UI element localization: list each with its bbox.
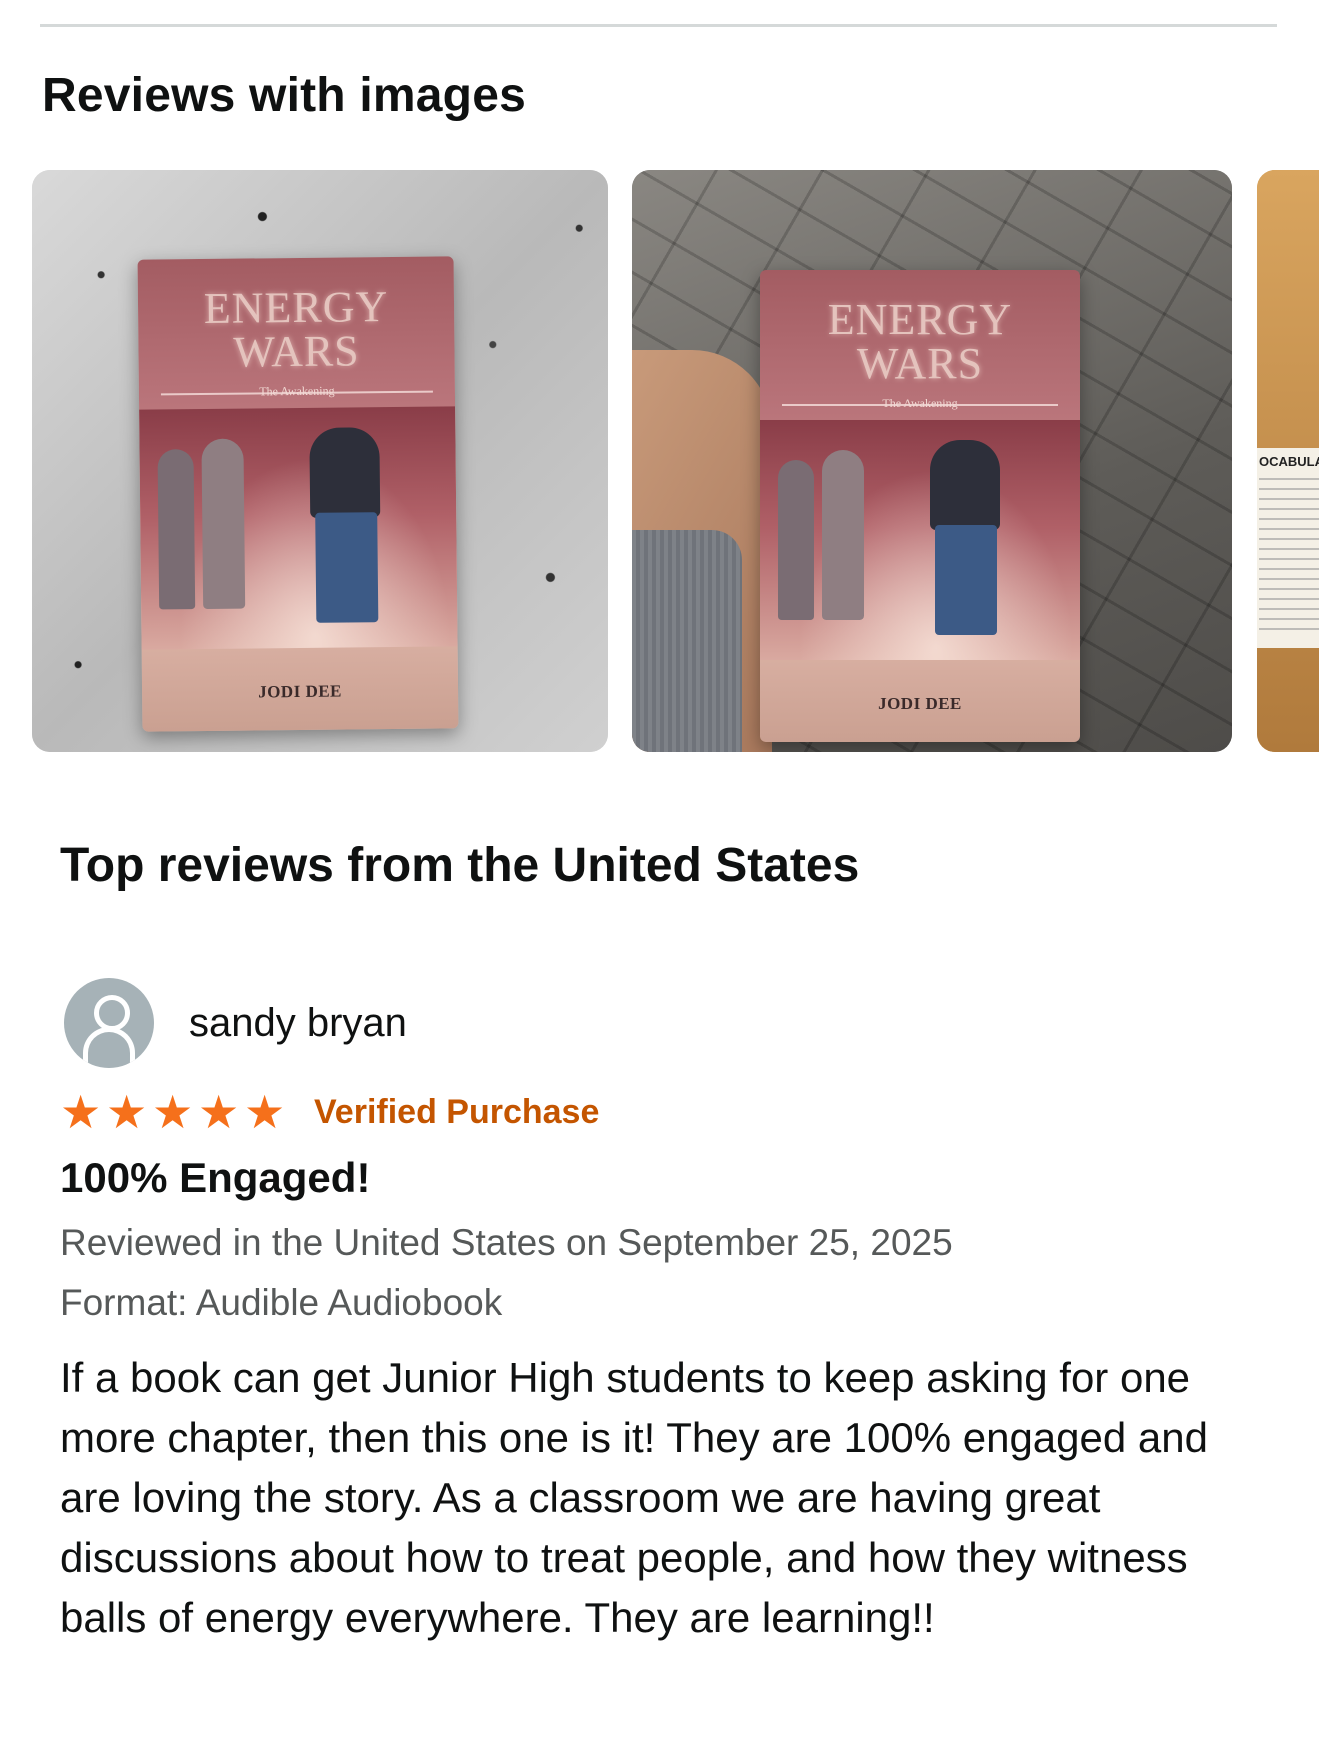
book-author: JODI DEE	[258, 681, 343, 702]
reviewer-name[interactable]: sandy bryan	[189, 1001, 407, 1046]
review-image-1[interactable]: ENERGY WARS The Awakening JODI DEE	[32, 170, 608, 752]
illustration-figure	[201, 438, 246, 609]
illustration-figure	[309, 427, 381, 518]
poster-text-lines	[1259, 478, 1319, 638]
review-images-carousel[interactable]: ENERGY WARS The Awakening JODI DEE ENERG…	[32, 170, 1319, 752]
book-cover: ENERGY WARS The Awakening JODI DEE	[137, 256, 459, 732]
illustration-figure	[930, 440, 1000, 530]
book-subtitle: The Awakening	[882, 396, 958, 410]
book-title: ENERGY WARS	[760, 298, 1080, 386]
star-rating[interactable]: ★ ★ ★ ★ ★	[60, 1085, 290, 1139]
reviews-with-images-title: Reviews with images	[42, 69, 526, 122]
star-icon: ★	[60, 1085, 102, 1139]
top-reviews-title: Top reviews from the United States	[60, 839, 860, 892]
section-divider	[40, 24, 1277, 27]
star-icon: ★	[244, 1085, 286, 1139]
book-author: JODI DEE	[878, 694, 962, 713]
star-icon: ★	[106, 1085, 148, 1139]
review-body: If a book can get Junior High students t…	[60, 1354, 1208, 1641]
book-title-line-1: ENERGY	[203, 282, 389, 333]
illustration-figure	[315, 512, 379, 623]
book-cover-illustration	[139, 406, 458, 650]
star-icon: ★	[152, 1085, 194, 1139]
vocabulary-poster: OCABULARY	[1257, 448, 1319, 648]
book-cover: ENERGY WARS The Awakening JODI DEE	[760, 270, 1080, 742]
book-subtitle: The Awakening	[259, 383, 335, 399]
reviewer-profile[interactable]: sandy bryan	[64, 978, 407, 1068]
sleeve	[632, 530, 742, 752]
vocabulary-label: OCABULARY	[1259, 454, 1319, 469]
user-icon	[94, 995, 130, 1031]
rating-row: ★ ★ ★ ★ ★ Verified Purchase	[60, 1085, 600, 1139]
illustration-figure	[778, 460, 814, 620]
avatar[interactable]	[64, 978, 154, 1068]
review-image-3[interactable]: OCABULARY	[1257, 170, 1319, 752]
book-title-line-2: WARS	[233, 326, 360, 377]
illustration-figure	[822, 450, 864, 620]
book-title: ENERGY WARS	[138, 282, 455, 377]
review-date: Reviewed in the United States on Septemb…	[60, 1222, 953, 1263]
review-image-2[interactable]: ENERGY WARS The Awakening JODI DEE	[632, 170, 1232, 752]
book-cover-illustration	[760, 420, 1080, 660]
review-title[interactable]: 100% Engaged!	[60, 1154, 370, 1202]
illustration-figure	[935, 525, 997, 635]
review-format: Format: Audible Audiobook	[60, 1282, 503, 1323]
star-icon: ★	[198, 1085, 240, 1139]
user-icon-body	[83, 1027, 135, 1066]
book-title-line-2: WARS	[856, 339, 984, 388]
verified-purchase-badge: Verified Purchase	[314, 1092, 600, 1131]
illustration-figure	[157, 449, 196, 610]
book-title-line-1: ENERGY	[827, 295, 1013, 344]
